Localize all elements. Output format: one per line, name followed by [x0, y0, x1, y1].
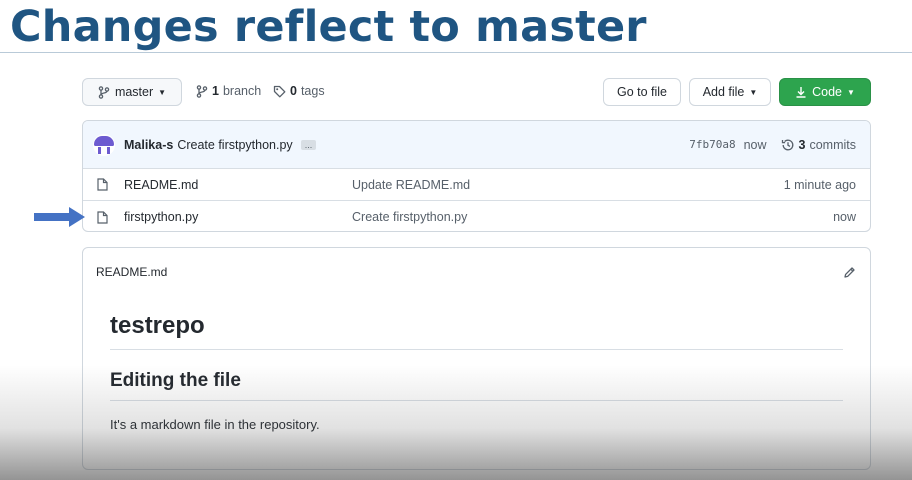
- commits-link[interactable]: 3 commits: [781, 138, 856, 152]
- file-icon: [97, 178, 109, 191]
- latest-commit-bar: Malika-s Create firstpython.py ... 7fb70…: [83, 121, 870, 169]
- branch-icon: [196, 84, 208, 98]
- caret-down-icon: ▼: [846, 87, 855, 97]
- branches-link[interactable]: 1 branch: [196, 84, 261, 98]
- commit-author[interactable]: Malika-s: [124, 138, 173, 152]
- caret-down-icon: ▼: [158, 87, 167, 97]
- caret-down-icon: ▼: [749, 87, 758, 97]
- add-file-label: Add file: [702, 85, 745, 99]
- file-time: now: [833, 210, 856, 224]
- file-time: 1 minute ago: [783, 177, 856, 192]
- commit-time: now: [743, 137, 767, 152]
- branch-select-label: master: [114, 85, 154, 99]
- arrow-icon: [33, 205, 87, 234]
- readme-filename: README.md: [96, 265, 168, 279]
- readme-content: testrepo Editing the file It's a markdow…: [83, 296, 870, 432]
- file-row[interactable]: README.md Update README.md 1 minute ago: [83, 169, 870, 201]
- file-name[interactable]: firstpython.py: [124, 210, 352, 224]
- add-file-button[interactable]: Add file ▼: [689, 78, 771, 106]
- branches-count: 1: [212, 84, 219, 98]
- branch-icon: [98, 85, 110, 99]
- readme-heading-2: Editing the file: [110, 370, 843, 401]
- commits-count: 3: [798, 137, 806, 152]
- commits-label: commits: [809, 137, 856, 152]
- file-listing: Malika-s Create firstpython.py ... 7fb70…: [82, 120, 871, 232]
- file-icon: [97, 210, 109, 224]
- tags-label: tags: [300, 84, 325, 98]
- commit-sha[interactable]: 7fb70a8: [689, 138, 735, 151]
- commit-message[interactable]: Create firstpython.py: [177, 138, 292, 152]
- title-divider: [0, 52, 912, 53]
- file-row[interactable]: firstpython.py Create firstpython.py now: [83, 201, 870, 231]
- tag-icon: [273, 85, 286, 98]
- file-commit-message[interactable]: Update README.md: [352, 178, 784, 192]
- file-commit-message[interactable]: Create firstpython.py: [352, 210, 833, 224]
- branches-label: branch: [222, 84, 262, 98]
- code-label: Code: [812, 85, 842, 99]
- readme-header: README.md: [83, 248, 870, 296]
- commit-expand-button[interactable]: ...: [300, 139, 317, 150]
- pencil-icon[interactable]: [843, 266, 856, 279]
- slide-title: Changes reflect to master: [10, 2, 647, 52]
- download-icon: [795, 86, 807, 98]
- go-to-file-button[interactable]: Go to file: [603, 78, 681, 106]
- tags-count: 0: [290, 84, 297, 98]
- branch-select-button[interactable]: master ▼: [82, 78, 182, 106]
- history-icon: [781, 138, 795, 152]
- code-button[interactable]: Code ▼: [779, 78, 871, 106]
- readme-heading-1: testrepo: [110, 312, 843, 350]
- file-name[interactable]: README.md: [124, 178, 352, 192]
- readme-panel: README.md testrepo Editing the file It's…: [82, 247, 871, 470]
- avatar[interactable]: [93, 133, 115, 156]
- readme-paragraph: It's a markdown file in the repository.: [110, 417, 320, 432]
- tags-link[interactable]: 0 tags: [273, 84, 325, 98]
